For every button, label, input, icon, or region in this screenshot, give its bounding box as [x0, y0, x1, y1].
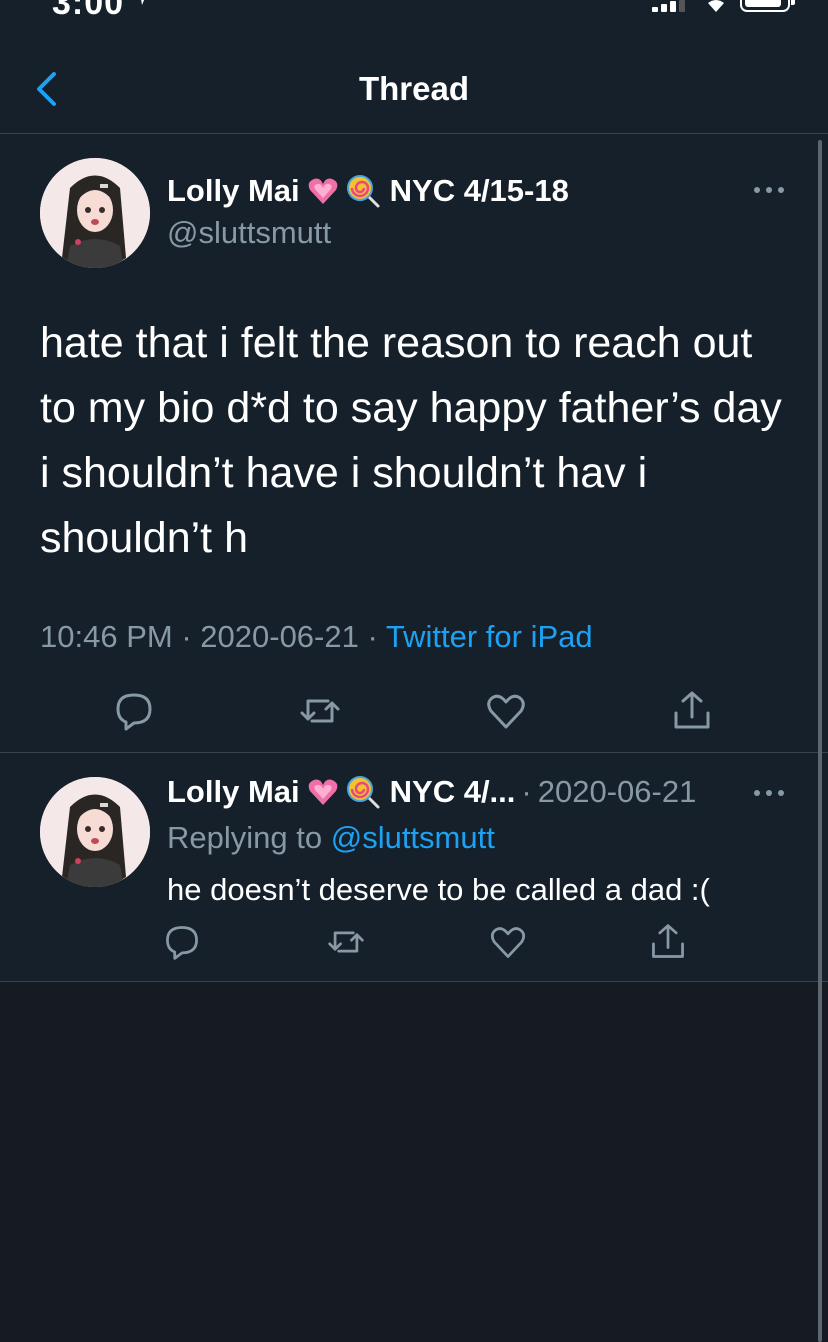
tweet-time: 10:46 PM: [40, 619, 173, 654]
avatar-illustration: [40, 777, 150, 887]
replying-to-handle[interactable]: @sluttsmutt: [331, 820, 495, 855]
status-time: 3:00: [52, 0, 125, 22]
tweet-meta: 10:46 PM · 2020-06-21 · Twitter for iPad: [40, 619, 593, 655]
author-name-row[interactable]: Lolly Mai NYC 4/... · 2020-06-21: [167, 774, 696, 810]
pink-heart-emoji: [308, 178, 337, 204]
tweet-date[interactable]: 2020-06-21: [538, 774, 697, 810]
page-title: Thread: [358, 70, 470, 107]
tweet-text: he doesn’t deserve to be called a dad :(: [167, 872, 710, 907]
display-name-suffix: NYC 4/15-18: [389, 173, 569, 208]
meta-separator: ·: [367, 619, 378, 654]
cellular-signal-icon: [652, 0, 688, 12]
lollipop-emoji: [346, 175, 380, 208]
more-options-icon[interactable]: [752, 786, 786, 800]
status-bar: 3:00: [0, 0, 828, 22]
author-handle[interactable]: @sluttsmutt: [167, 215, 331, 251]
avatar-illustration: [40, 158, 150, 268]
author-name-row[interactable]: Lolly Mai NYC 4/15-18: [167, 173, 569, 209]
retweet-icon[interactable]: [326, 922, 366, 962]
replying-to: Replying to @sluttsmutt: [167, 820, 495, 856]
share-icon[interactable]: [670, 689, 714, 733]
meta-separator: ·: [521, 774, 532, 809]
like-icon[interactable]: [484, 689, 528, 733]
thread-header: Thread: [0, 40, 828, 134]
app-screen: 3:00 Thread Lolly Mai NYC 4/15-18 @slutt…: [0, 0, 828, 1342]
like-icon[interactable]: [488, 922, 528, 962]
scrollbar[interactable]: [818, 140, 822, 1342]
pink-heart-emoji: [308, 779, 337, 805]
avatar[interactable]: [40, 158, 150, 268]
location-arrow-icon: [141, 0, 145, 5]
main-tweet[interactable]: Lolly Mai NYC 4/15-18 @sluttsmutt hate t…: [0, 135, 828, 753]
display-name-suffix: NYC 4/...: [389, 774, 516, 809]
more-options-icon[interactable]: [752, 183, 786, 197]
share-icon[interactable]: [648, 922, 688, 962]
display-name[interactable]: Lolly Mai: [167, 774, 300, 810]
tweet-actions: [0, 922, 828, 966]
tweet-text: hate that i felt the reason to reach out…: [40, 319, 782, 562]
reply-icon[interactable]: [162, 922, 202, 962]
tweet-source-link[interactable]: Twitter for iPad: [386, 619, 593, 654]
reply-icon[interactable]: [112, 689, 156, 733]
replying-to-label: Replying to: [167, 820, 323, 855]
avatar[interactable]: [40, 777, 150, 887]
display-name[interactable]: Lolly Mai: [167, 173, 300, 209]
reply-tweet[interactable]: Lolly Mai NYC 4/... · 2020-06-21 Replyin…: [0, 754, 828, 982]
lollipop-emoji: [346, 776, 380, 809]
battery-icon: [740, 0, 795, 12]
meta-separator: ·: [181, 619, 192, 654]
tweet-date: 2020-06-21: [200, 619, 359, 654]
wifi-icon: [708, 0, 724, 12]
tweet-actions: [0, 683, 828, 739]
retweet-icon[interactable]: [298, 689, 342, 733]
